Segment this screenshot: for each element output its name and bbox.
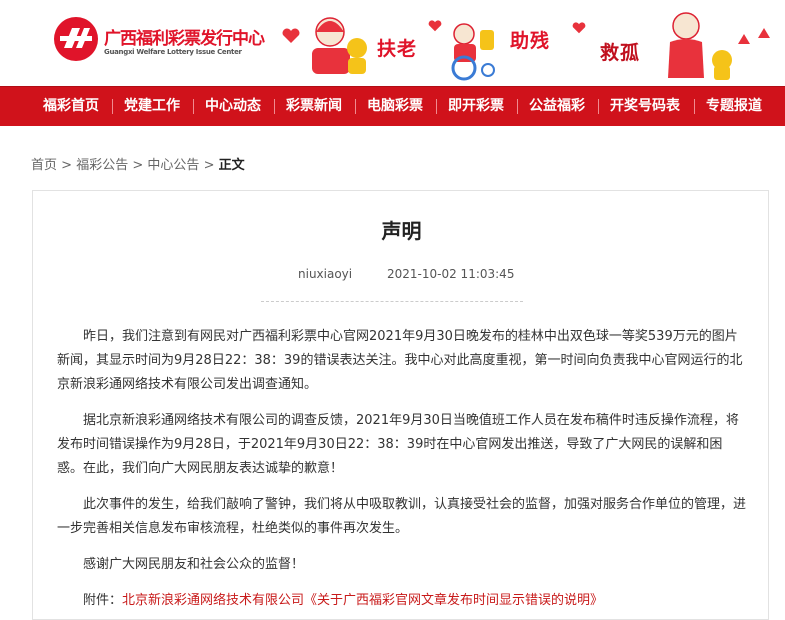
nav-separator — [193, 99, 194, 114]
article-datetime: 2021-10-02 11:03:45 — [387, 267, 515, 281]
welfare-lottery-logo-icon — [54, 17, 98, 61]
nav-item-draw-results[interactable]: 开奖号码表 — [610, 87, 680, 126]
article-body: 昨日，我们注意到有网民对广西福利彩票中心官网2021年9月30日晚发布的桂林中出… — [57, 325, 747, 613]
nav-separator — [694, 99, 695, 114]
heart-icon — [282, 28, 300, 43]
nav-separator — [355, 99, 356, 114]
banner-text-elderly: 扶老 — [377, 38, 418, 60]
nav-item-center-news[interactable]: 中心动态 — [205, 87, 261, 126]
meta-divider — [261, 301, 523, 302]
nav-item-computer-lottery[interactable]: 电脑彩票 — [367, 87, 423, 126]
article-paragraph: 据北京新浪彩通网络技术有限公司的调查反馈，2021年9月30日当晚值班工作人员在… — [57, 413, 739, 476]
banner-text-orphans: 救孤 — [600, 42, 641, 64]
breadcrumb-separator: > — [203, 158, 215, 173]
nav-separator — [112, 99, 113, 114]
article-paragraph: 此次事件的发生，给我们敲响了警钟，我们将从中吸取教训，认真接受社会的监督，加强对… — [57, 497, 747, 536]
article-paragraph: 昨日，我们注意到有网民对广西福利彩票中心官网2021年9月30日晚发布的桂林中出… — [57, 329, 743, 392]
article-paragraph: 感谢广大网民朋友和社会公众的监督！ — [83, 557, 305, 572]
logo-chinese-name: 广西福利彩票发行中心 — [104, 29, 265, 49]
header-banner: 扶老 助残 救孤 — [282, 0, 782, 86]
breadcrumb-separator: > — [132, 158, 144, 173]
nav-separator — [517, 99, 518, 114]
site-logo[interactable]: 广西福利彩票发行中心 Guangxi Welfare Lottery Issue… — [50, 14, 270, 64]
breadcrumb-center-announcements[interactable]: 中心公告 — [147, 154, 199, 173]
main-nav: 福彩首页 党建工作 中心动态 彩票新闻 电脑彩票 即开彩票 公益福彩 开奖号码表… — [0, 86, 785, 126]
breadcrumb-home[interactable]: 首页 — [31, 154, 57, 173]
heart-icon — [428, 20, 442, 32]
nav-item-instant-lottery[interactable]: 即开彩票 — [448, 87, 504, 126]
attachment-label: 附件： — [83, 593, 123, 608]
article-title: 声明 — [381, 219, 422, 243]
nav-item-public-welfare[interactable]: 公益福彩 — [529, 87, 585, 126]
breadcrumb-separator: > — [61, 158, 73, 173]
nav-separator — [274, 99, 275, 114]
breadcrumb-announcements[interactable]: 福彩公告 — [76, 154, 128, 173]
wheelchair-illustration-icon — [451, 23, 495, 81]
nav-separator — [436, 99, 437, 114]
article-card: 声明 niuxiaoyi 2021-10-02 11:03:45 昨日，我们注意… — [32, 190, 769, 620]
nav-item-lottery-news[interactable]: 彩票新闻 — [286, 87, 342, 126]
child-illustration-icon — [668, 12, 770, 80]
nav-separator — [598, 99, 599, 114]
breadcrumb: 首页 > 福彩公告 > 中心公告 > 正文 — [31, 154, 245, 173]
site-header: 广西福利彩票发行中心 Guangxi Welfare Lottery Issue… — [0, 0, 785, 86]
nav-item-party-work[interactable]: 党建工作 — [124, 87, 180, 126]
nav-item-home[interactable]: 福彩首页 — [43, 87, 99, 126]
banner-text-disabled: 助残 — [510, 30, 551, 52]
article-author: niuxiaoyi — [298, 267, 353, 281]
heart-icon — [572, 22, 586, 34]
breadcrumb-current: 正文 — [218, 158, 245, 173]
nav-item-special-reports[interactable]: 专题报道 — [706, 87, 762, 126]
attachment-line: 附件：北京新浪彩通网络技术有限公司《关于广西福彩官网文章发布时间显示错误的说明》 — [57, 589, 747, 613]
attachment-link[interactable]: 北京新浪彩通网络技术有限公司《关于广西福彩官网文章发布时间显示错误的说明》 — [122, 593, 603, 608]
elder-illustration-icon — [312, 17, 367, 74]
logo-english-name: Guangxi Welfare Lottery Issue Center — [104, 48, 242, 56]
